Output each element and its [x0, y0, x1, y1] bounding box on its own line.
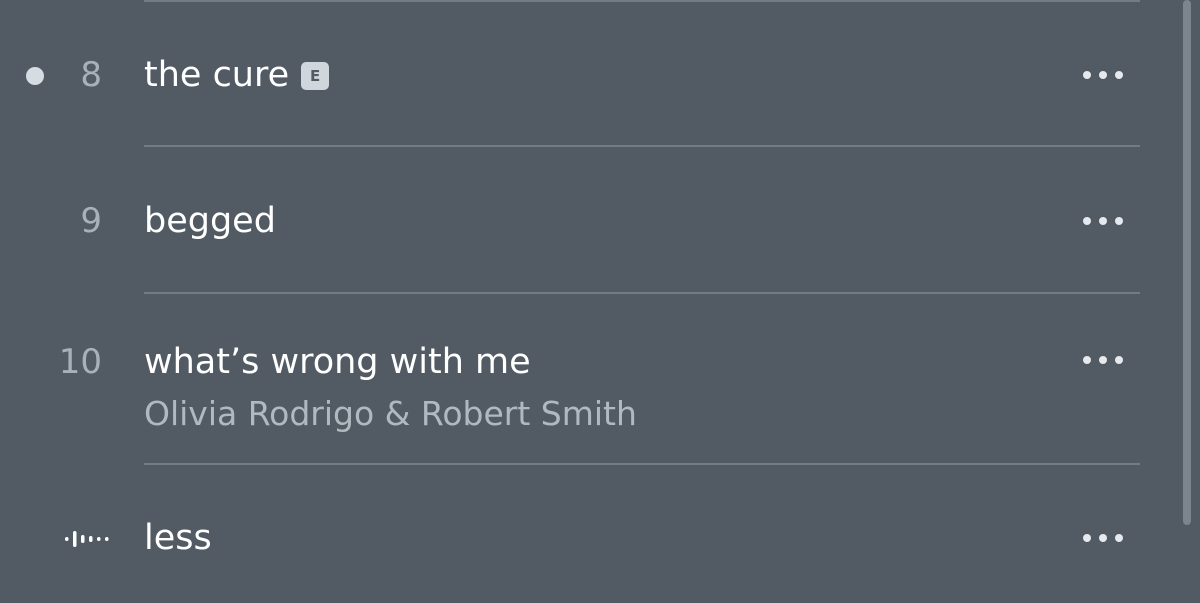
- more-options-button[interactable]: [1083, 533, 1123, 543]
- track-title-row: the cure E: [144, 54, 330, 96]
- scrollbar[interactable]: [1183, 0, 1191, 525]
- track-number: 8: [80, 55, 102, 95]
- ellipsis-icon: [1083, 534, 1091, 542]
- track-row[interactable]: less: [0, 465, 1175, 603]
- more-options-button[interactable]: [1083, 70, 1123, 80]
- ellipsis-icon: [1083, 356, 1091, 364]
- track-row[interactable]: 8 the cure E: [0, 0, 1175, 146]
- more-options-button[interactable]: [1083, 355, 1123, 365]
- ellipsis-icon: [1115, 356, 1123, 364]
- track-title: less: [144, 518, 212, 558]
- ellipsis-icon: [1099, 71, 1107, 79]
- track-artist: Olivia Rodrigo & Robert Smith: [144, 394, 637, 433]
- ellipsis-icon: [1099, 217, 1107, 225]
- track-list: 8 the cure E 9 begged 10 what’s wrong wit…: [0, 0, 1200, 603]
- track-title: the cure: [144, 55, 290, 95]
- ellipsis-icon: [1115, 217, 1123, 225]
- track-row[interactable]: 9 begged: [0, 147, 1175, 292]
- track-number: 10: [58, 342, 102, 382]
- ellipsis-icon: [1099, 356, 1107, 364]
- ellipsis-icon: [1083, 71, 1091, 79]
- explicit-badge: E: [301, 62, 330, 90]
- more-options-button[interactable]: [1083, 216, 1123, 226]
- ellipsis-icon: [1083, 217, 1091, 225]
- ellipsis-icon: [1099, 534, 1107, 542]
- track-number: 9: [80, 201, 102, 241]
- now-playing-waveform-icon: [65, 531, 109, 547]
- track-title: begged: [144, 201, 276, 241]
- track-row[interactable]: 10 what’s wrong with me Olivia Rodrigo &…: [0, 294, 1175, 463]
- ellipsis-icon: [1115, 71, 1123, 79]
- track-title: what’s wrong with me: [144, 342, 531, 382]
- ellipsis-icon: [1115, 534, 1123, 542]
